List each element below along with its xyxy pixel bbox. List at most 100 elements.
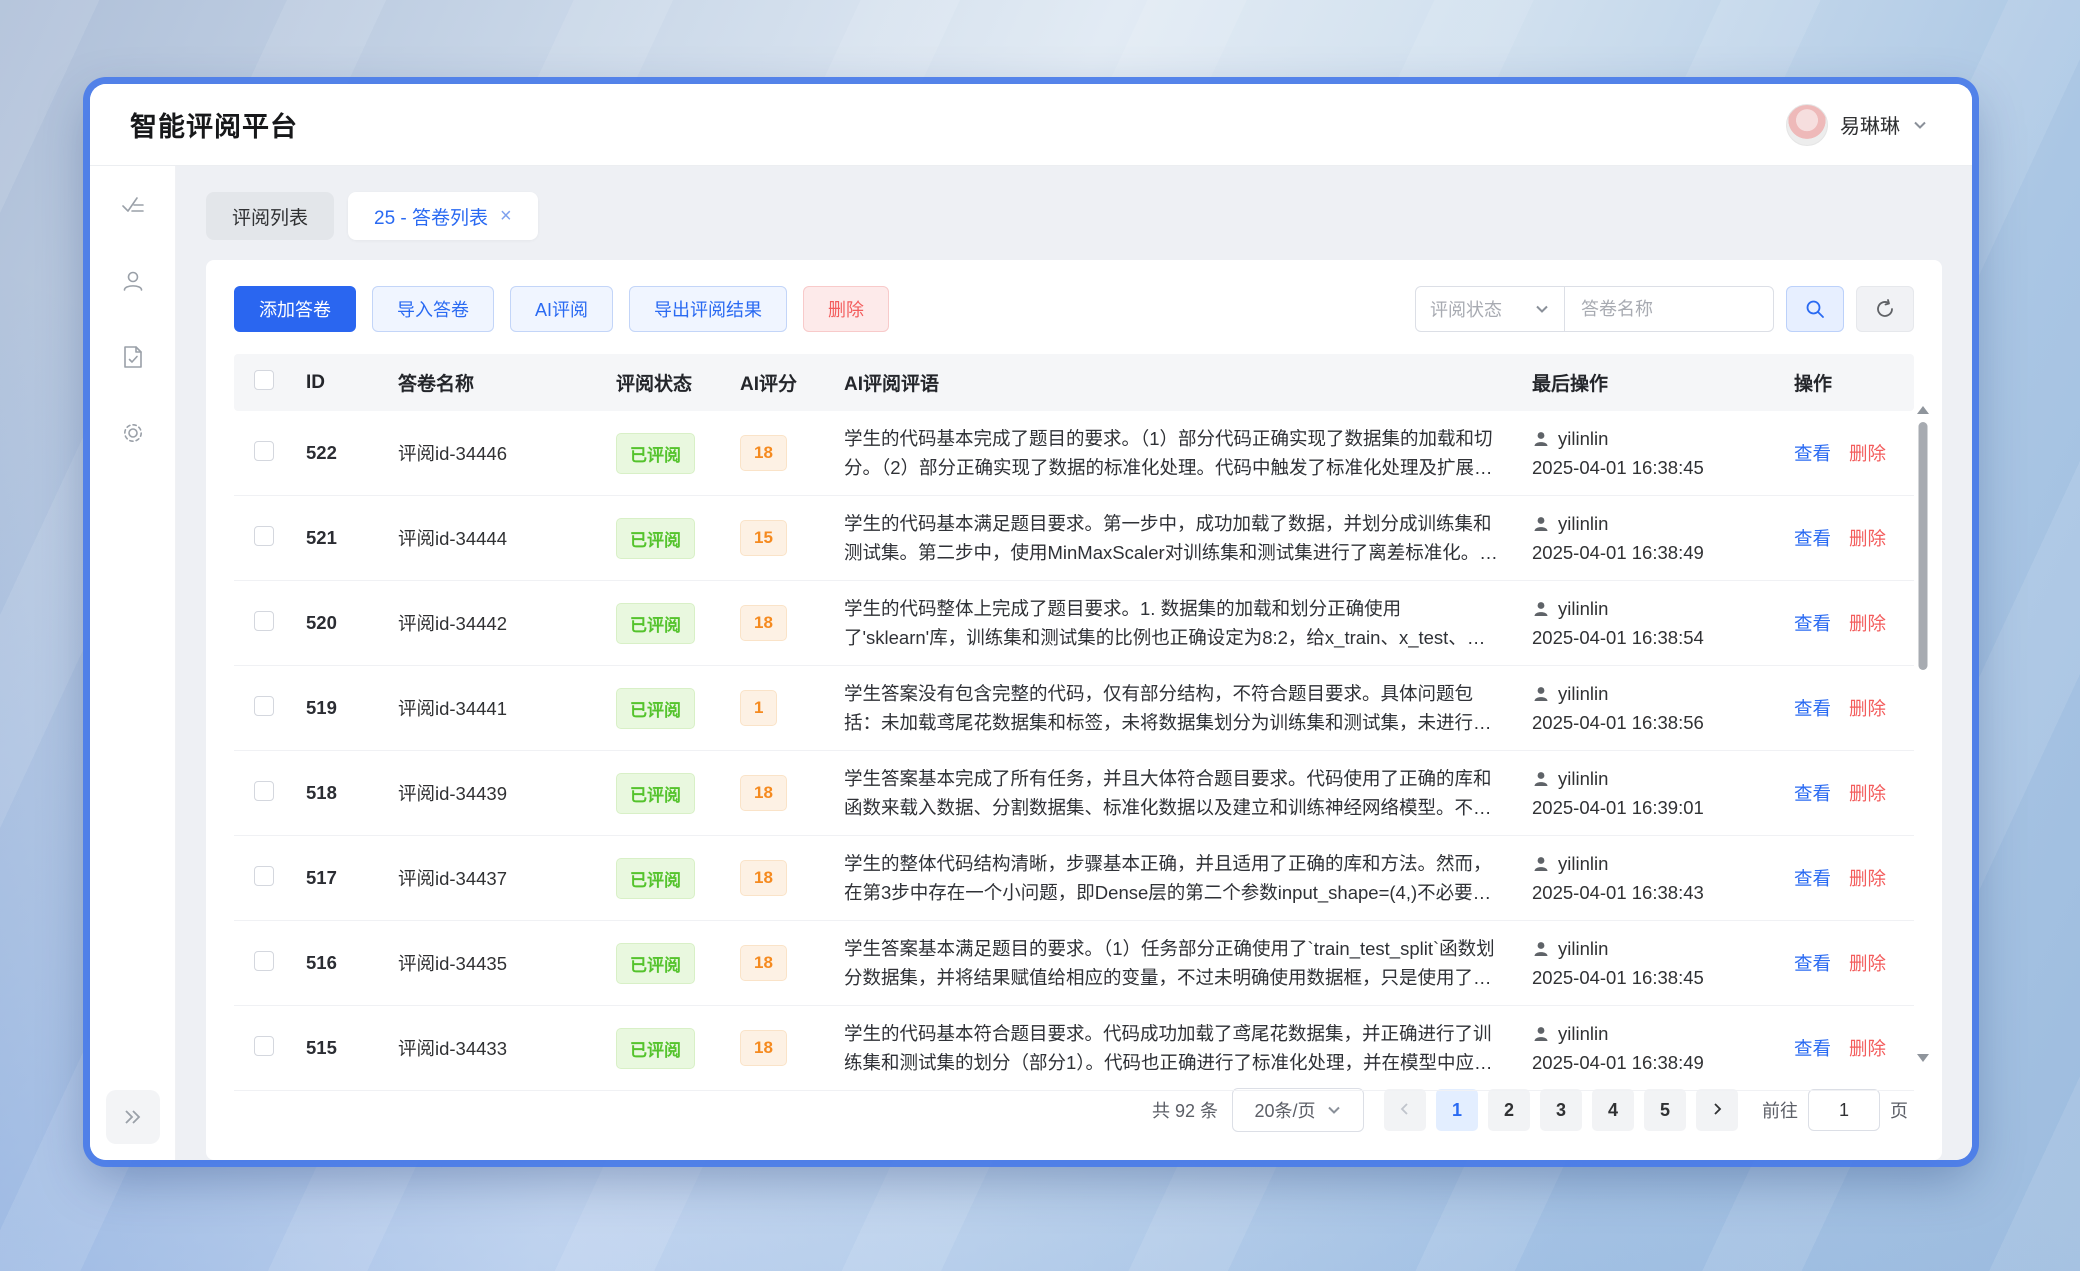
view-link[interactable]: 查看 xyxy=(1794,613,1831,634)
table-row: 517 评阅id-34437 已评阅 18 学生的整体代码结构清晰，步骤基本正确… xyxy=(234,836,1914,921)
page-button-4[interactable]: 4 xyxy=(1592,1089,1634,1131)
cell-answer-name: 评阅id-34444 xyxy=(390,496,608,581)
cell-answer-name: 评阅id-34435 xyxy=(390,921,608,1006)
view-link[interactable]: 查看 xyxy=(1794,953,1831,974)
delete-link[interactable]: 删除 xyxy=(1849,528,1886,549)
cell-id: 520 xyxy=(298,581,390,666)
row-checkbox[interactable] xyxy=(254,1036,274,1056)
table-body: 522 评阅id-34446 已评阅 18 学生的代码基本完成了题目的要求。（1… xyxy=(234,411,1914,1091)
scroll-down-arrow-icon[interactable] xyxy=(1917,1054,1929,1062)
sidebar-item-answer-sheets[interactable] xyxy=(120,344,146,370)
user-icon xyxy=(1532,940,1550,958)
select-all-checkbox[interactable] xyxy=(254,370,274,390)
delete-link[interactable]: 删除 xyxy=(1849,953,1886,974)
row-checkbox[interactable] xyxy=(254,611,274,631)
row-checkbox[interactable] xyxy=(254,441,274,461)
score-badge: 18 xyxy=(740,605,787,641)
operation-time: 2025-04-01 16:38:45 xyxy=(1532,457,1778,479)
table-row: 515 评阅id-34433 已评阅 18 学生的代码基本符合题目要求。代码成功… xyxy=(234,1006,1914,1091)
sidebar-item-review-list[interactable] xyxy=(120,192,146,218)
row-checkbox[interactable] xyxy=(254,526,274,546)
page-size-value: 20条/页 xyxy=(1254,1097,1315,1123)
add-answer-button[interactable]: 添加答卷 xyxy=(234,286,356,332)
page-button-5[interactable]: 5 xyxy=(1644,1089,1686,1131)
row-checkbox[interactable] xyxy=(254,781,274,801)
operator-name: yilinlin xyxy=(1558,428,1608,450)
column-header-status: 评阅状态 xyxy=(608,354,732,411)
user-icon xyxy=(1532,1025,1550,1043)
row-checkbox[interactable] xyxy=(254,866,274,886)
row-checkbox[interactable] xyxy=(254,951,274,971)
scrollbar-thumb[interactable] xyxy=(1919,422,1928,670)
page-button-3[interactable]: 3 xyxy=(1540,1089,1582,1131)
answer-name-input[interactable] xyxy=(1564,286,1774,332)
user-menu[interactable]: 易琳琳 xyxy=(1786,104,1928,146)
prev-page-button[interactable] xyxy=(1384,1089,1426,1131)
column-header-id: ID xyxy=(298,354,390,411)
sidebar-collapse-button[interactable] xyxy=(106,1090,160,1144)
operation-time: 2025-04-01 16:38:56 xyxy=(1532,712,1778,734)
cell-id: 515 xyxy=(298,1006,390,1091)
operation-time: 2025-04-01 16:38:45 xyxy=(1532,967,1778,989)
view-link[interactable]: 查看 xyxy=(1794,1038,1831,1059)
score-badge: 18 xyxy=(740,860,787,896)
tab-answer-list[interactable]: 25 - 答卷列表 × xyxy=(348,192,538,240)
operation-time: 2025-04-01 16:38:54 xyxy=(1532,627,1778,649)
view-link[interactable]: 查看 xyxy=(1794,698,1831,719)
refresh-button[interactable] xyxy=(1856,286,1914,332)
cell-answer-name: 评阅id-34441 xyxy=(390,666,608,751)
cell-comment: 学生的整体代码结构清晰，步骤基本正确，并且适用了正确的库和方法。然而，在第3步中… xyxy=(844,849,1516,907)
status-badge: 已评阅 xyxy=(616,773,695,814)
score-badge: 18 xyxy=(740,775,787,811)
delete-link[interactable]: 删除 xyxy=(1849,443,1886,464)
column-header-name: 答卷名称 xyxy=(390,354,608,411)
avatar[interactable] xyxy=(1786,104,1828,146)
app-body: 评阅列表 25 - 答卷列表 × 添加答卷 导入答卷 AI评阅 导出评阅结果 xyxy=(90,166,1972,1160)
delete-link[interactable]: 删除 xyxy=(1849,868,1886,889)
cell-comment: 学生的代码基本满足题目要求。第一步中，成功加载了数据，并划分成训练集和测试集。第… xyxy=(844,509,1516,567)
import-answer-button[interactable]: 导入答卷 xyxy=(372,286,494,332)
table-header-row: ID 答卷名称 评阅状态 AI评分 AI评阅评语 最后操作 操作 xyxy=(234,354,1914,411)
page-button-1[interactable]: 1 xyxy=(1436,1089,1478,1131)
search-icon xyxy=(1804,298,1826,320)
operator-name: yilinlin xyxy=(1558,1023,1608,1045)
content-card: 添加答卷 导入答卷 AI评阅 导出评阅结果 删除 评阅状态 xyxy=(206,260,1942,1160)
next-page-button[interactable] xyxy=(1696,1089,1738,1131)
main-area: 评阅列表 25 - 答卷列表 × 添加答卷 导入答卷 AI评阅 导出评阅结果 xyxy=(176,166,1972,1160)
search-button[interactable] xyxy=(1786,286,1844,332)
score-badge: 15 xyxy=(740,520,787,556)
operator-name: yilinlin xyxy=(1558,853,1608,875)
app-header: 智能评阅平台 易琳琳 xyxy=(90,84,1972,166)
cell-id: 518 xyxy=(298,751,390,836)
user-icon xyxy=(1532,685,1550,703)
delete-link[interactable]: 删除 xyxy=(1849,613,1886,634)
delete-link[interactable]: 删除 xyxy=(1849,1038,1886,1059)
view-link[interactable]: 查看 xyxy=(1794,783,1831,804)
page-unit-label: 页 xyxy=(1890,1097,1908,1123)
page-list: 12345 xyxy=(1436,1089,1686,1131)
view-link[interactable]: 查看 xyxy=(1794,868,1831,889)
table-scrollbar[interactable] xyxy=(1916,406,1930,1062)
view-link[interactable]: 查看 xyxy=(1794,443,1831,464)
row-checkbox[interactable] xyxy=(254,696,274,716)
page-size-select[interactable]: 20条/页 xyxy=(1232,1088,1364,1132)
cell-comment: 学生的代码基本符合题目要求。代码成功加载了鸢尾花数据集，并正确进行了训练集和测试… xyxy=(844,1019,1516,1077)
scroll-up-arrow-icon[interactable] xyxy=(1917,406,1929,414)
goto-page-input[interactable] xyxy=(1808,1089,1880,1131)
export-results-button[interactable]: 导出评阅结果 xyxy=(629,286,787,332)
cell-comment: 学生的代码整体上完成了题目要求。1. 数据集的加载和划分正确使用了'sklear… xyxy=(844,594,1516,652)
review-status-select[interactable]: 评阅状态 xyxy=(1415,286,1565,332)
delete-link[interactable]: 删除 xyxy=(1849,698,1886,719)
page-button-2[interactable]: 2 xyxy=(1488,1089,1530,1131)
tab-close-icon[interactable]: × xyxy=(500,206,512,226)
table-row: 520 评阅id-34442 已评阅 18 学生的代码整体上完成了题目要求。1.… xyxy=(234,581,1914,666)
view-link[interactable]: 查看 xyxy=(1794,528,1831,549)
sidebar-item-users[interactable] xyxy=(120,268,146,294)
table-row: 521 评阅id-34444 已评阅 15 学生的代码基本满足题目要求。第一步中… xyxy=(234,496,1914,581)
tab-review-list[interactable]: 评阅列表 xyxy=(206,192,334,240)
delete-button[interactable]: 删除 xyxy=(803,286,889,332)
sidebar-item-settings[interactable] xyxy=(120,420,146,446)
delete-link[interactable]: 删除 xyxy=(1849,783,1886,804)
ai-review-button[interactable]: AI评阅 xyxy=(510,286,613,332)
filter-bar: 评阅状态 xyxy=(1415,286,1914,332)
